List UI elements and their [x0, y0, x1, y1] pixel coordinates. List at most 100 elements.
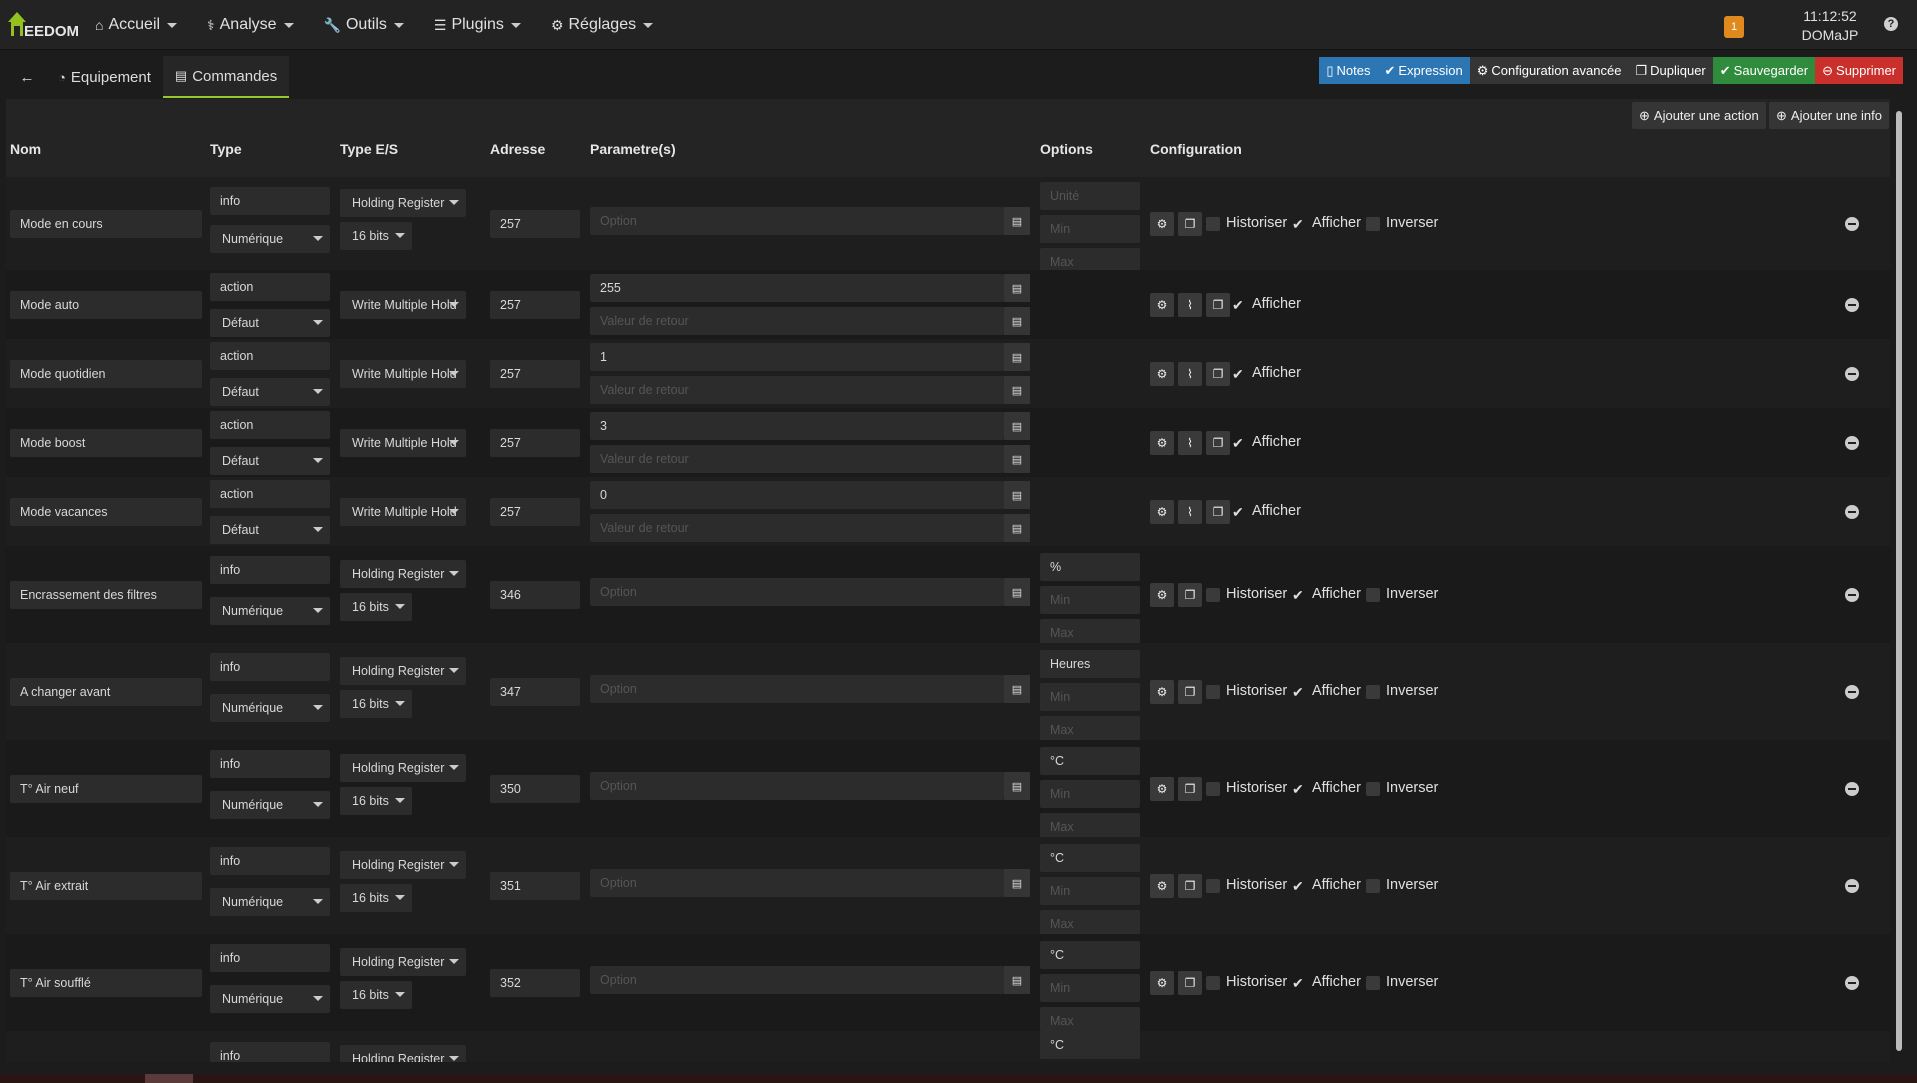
afficher-checkbox[interactable]: ✔: [1232, 504, 1244, 521]
rss-button[interactable]: ⌇: [1178, 431, 1202, 455]
min-field[interactable]: Min: [1040, 215, 1140, 243]
address-field[interactable]: 347: [490, 678, 580, 706]
address-field[interactable]: 346: [490, 581, 580, 609]
cogs-button[interactable]: ⚙: [1150, 971, 1174, 995]
address-field[interactable]: 257: [490, 210, 580, 238]
historiser-checkbox[interactable]: [1206, 588, 1220, 602]
min-field[interactable]: Min: [1040, 586, 1140, 614]
param-field[interactable]: 3: [590, 412, 1004, 440]
copy-button[interactable]: ❐: [1178, 971, 1202, 995]
back-button[interactable]: ←: [8, 56, 46, 98]
io-type-select[interactable]: Write Multiple Hold: [340, 498, 466, 526]
type-field[interactable]: info: [210, 944, 330, 972]
copy-button[interactable]: ❐: [1178, 680, 1202, 704]
header-configuration[interactable]: Configuration: [1150, 141, 1242, 157]
list-button[interactable]: ▤: [1004, 274, 1030, 302]
bits-select[interactable]: 16 bits: [340, 222, 412, 250]
io-type-select[interactable]: Holding Register: [340, 657, 466, 685]
menu-2[interactable]: 🔧 Outils: [324, 16, 404, 34]
remove-row-icon[interactable]: [1845, 298, 1859, 312]
copy-button[interactable]: ❐: [1178, 212, 1202, 236]
io-type-select[interactable]: Write Multiple Hold: [340, 291, 466, 319]
remove-row-icon[interactable]: [1845, 782, 1859, 796]
subtype-select[interactable]: Défaut: [210, 378, 330, 406]
bits-select[interactable]: 16 bits: [340, 884, 412, 912]
io-type-select[interactable]: Holding Register: [340, 189, 466, 217]
list-button[interactable]: ▤: [1004, 207, 1030, 235]
option-field[interactable]: Option: [590, 966, 1004, 994]
list-button[interactable]: ▤: [1004, 412, 1030, 440]
historiser-checkbox[interactable]: [1206, 976, 1220, 990]
historiser-checkbox[interactable]: [1206, 217, 1220, 231]
option-field[interactable]: Option: [590, 578, 1004, 606]
unit-field[interactable]: °C: [1040, 747, 1140, 775]
remove-row-icon[interactable]: [1845, 976, 1859, 990]
address-field[interactable]: 257: [490, 498, 580, 526]
inverser-checkbox[interactable]: [1366, 782, 1380, 796]
rss-button[interactable]: ⌇: [1178, 293, 1202, 317]
copy-button[interactable]: ❐: [1206, 431, 1230, 455]
type-field[interactable]: action: [210, 411, 330, 439]
menu-1[interactable]: ⚕ Analyse: [207, 16, 294, 34]
min-field[interactable]: Min: [1040, 877, 1140, 905]
name-field[interactable]: Mode boost: [10, 429, 202, 457]
option-field[interactable]: Option: [590, 772, 1004, 800]
unit-field[interactable]: %: [1040, 553, 1140, 581]
min-field[interactable]: Min: [1040, 780, 1140, 808]
cogs-button[interactable]: ⚙: [1150, 874, 1174, 898]
cogs-button[interactable]: ⚙: [1150, 362, 1174, 386]
afficher-checkbox[interactable]: ✔: [1292, 684, 1304, 701]
unit-field[interactable]: °C: [1040, 941, 1140, 969]
type-field[interactable]: info: [210, 556, 330, 584]
return-value-field[interactable]: Valeur de retour: [590, 307, 1004, 335]
bits-select[interactable]: 16 bits: [340, 981, 412, 1009]
user-name[interactable]: DOMaJP: [1780, 26, 1880, 45]
list-button[interactable]: ▤: [1004, 514, 1030, 542]
io-type-select[interactable]: Write Multiple Hold: [340, 360, 466, 388]
historiser-checkbox[interactable]: [1206, 685, 1220, 699]
copy-button[interactable]: ❐: [1206, 500, 1230, 524]
list-button[interactable]: ▤: [1004, 481, 1030, 509]
subtype-select[interactable]: Numérique: [210, 888, 330, 916]
name-field[interactable]: T° Air extrait: [10, 872, 202, 900]
remove-row-icon[interactable]: [1845, 217, 1859, 231]
return-value-field[interactable]: Valeur de retour: [590, 445, 1004, 473]
delete-button[interactable]: ⊖ Supprimer: [1815, 57, 1903, 84]
afficher-checkbox[interactable]: ✔: [1292, 781, 1304, 798]
subtype-select[interactable]: Défaut: [210, 447, 330, 475]
param-field[interactable]: 1: [590, 343, 1004, 371]
menu-0[interactable]: ⌂ Accueil: [95, 16, 178, 34]
menu-3[interactable]: ☰ Plugins: [434, 16, 521, 34]
subtype-select[interactable]: Numérique: [210, 791, 330, 819]
inverser-checkbox[interactable]: [1366, 217, 1380, 231]
io-type-select[interactable]: Holding Register: [340, 948, 466, 976]
unit-field[interactable]: Unité: [1040, 182, 1140, 210]
io-type-select[interactable]: Holding Register: [340, 754, 466, 782]
name-field[interactable]: Mode quotidien: [10, 360, 202, 388]
io-type-select[interactable]: Write Multiple Hold: [340, 429, 466, 457]
header-options[interactable]: Options: [1040, 141, 1093, 157]
subtype-select[interactable]: Défaut: [210, 516, 330, 544]
name-field[interactable]: A changer avant: [10, 678, 202, 706]
bits-select[interactable]: 16 bits: [340, 593, 412, 621]
remove-row-icon[interactable]: [1845, 505, 1859, 519]
tab-equipement[interactable]: ◔ Equipement: [46, 56, 163, 98]
afficher-checkbox[interactable]: ✔: [1292, 878, 1304, 895]
cogs-button[interactable]: ⚙: [1150, 431, 1174, 455]
list-button[interactable]: ▤: [1004, 675, 1030, 703]
afficher-checkbox[interactable]: ✔: [1292, 216, 1304, 233]
afficher-checkbox[interactable]: ✔: [1232, 297, 1244, 314]
type-field[interactable]: action: [210, 342, 330, 370]
jeedom-logo[interactable]: EEDOM: [6, 6, 79, 44]
address-field[interactable]: 351: [490, 872, 580, 900]
list-button[interactable]: ▤: [1004, 578, 1030, 606]
cogs-button[interactable]: ⚙: [1150, 212, 1174, 236]
name-field[interactable]: Encrassement des filtres: [10, 581, 202, 609]
afficher-checkbox[interactable]: ✔: [1232, 435, 1244, 452]
list-button[interactable]: ▤: [1004, 343, 1030, 371]
type-field[interactable]: action: [210, 480, 330, 508]
min-field[interactable]: Min: [1040, 974, 1140, 1002]
scrollbar-thumb[interactable]: [1896, 111, 1902, 1051]
historiser-checkbox[interactable]: [1206, 782, 1220, 796]
header-nom[interactable]: Nom: [10, 141, 41, 157]
